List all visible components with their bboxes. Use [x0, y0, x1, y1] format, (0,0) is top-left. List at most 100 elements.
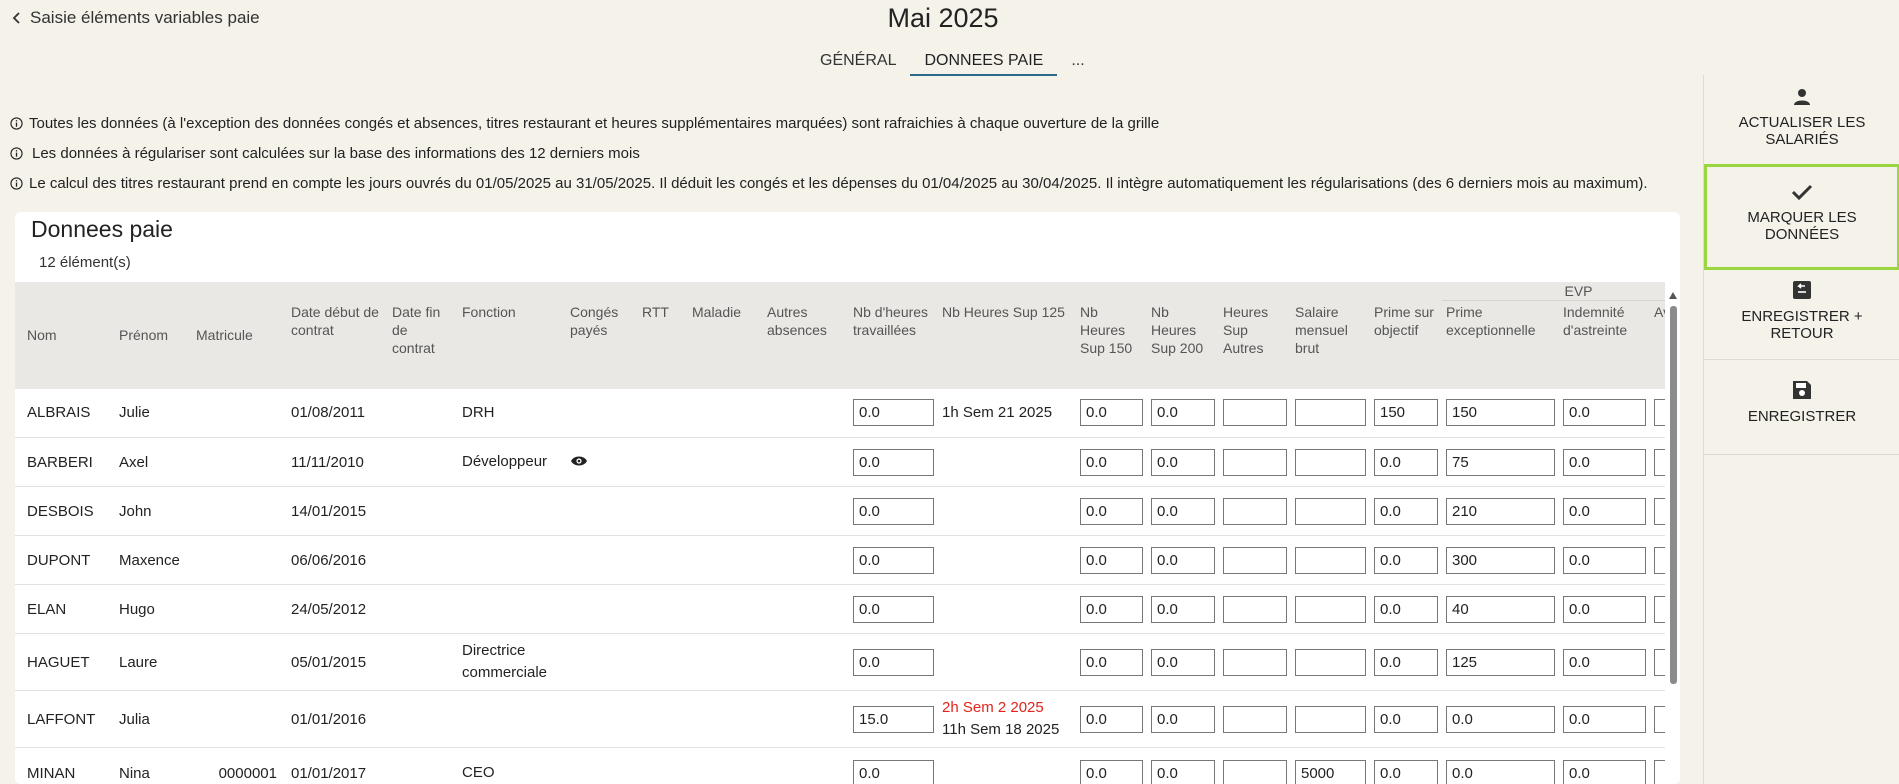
col-header-hs125[interactable]: Nb Heures Sup 125: [938, 300, 1076, 389]
col-header-salaire[interactable]: Salaire mensuel brut: [1291, 300, 1370, 389]
hs150-input[interactable]: [1080, 497, 1143, 525]
col-header-prenom[interactable]: Prénom: [107, 282, 192, 389]
hs-autres-input[interactable]: [1223, 648, 1287, 676]
nb-heures-input[interactable]: [853, 705, 934, 733]
mark-data-button[interactable]: MARQUER LES DONNÉES: [1704, 164, 1899, 270]
prime-exceptionnelle-input[interactable]: [1446, 448, 1555, 476]
astreinte-input[interactable]: [1563, 546, 1646, 574]
salaire-input[interactable]: [1295, 497, 1366, 525]
prime-exceptionnelle-input[interactable]: [1446, 546, 1555, 574]
hs200-input[interactable]: [1151, 399, 1215, 427]
scroll-thumb[interactable]: [1670, 306, 1677, 684]
save-button[interactable]: ENREGISTRER: [1704, 360, 1899, 455]
prime-objectif-input[interactable]: [1374, 705, 1438, 733]
nb-heures-input[interactable]: [853, 399, 934, 427]
table-viewport[interactable]: Nom Prénom Matricule EVP Date début de c…: [15, 282, 1665, 784]
col-header-prime-exceptionnelle[interactable]: Prime exceptionnelle: [1442, 300, 1559, 389]
hs200-input[interactable]: [1151, 497, 1215, 525]
col-header-astreinte[interactable]: Indemnité d'astreinte: [1559, 300, 1650, 389]
prime-objectif-input[interactable]: [1374, 595, 1438, 623]
salaire-input[interactable]: [1295, 648, 1366, 676]
hs200-input[interactable]: [1151, 759, 1215, 784]
salaire-input[interactable]: [1295, 595, 1366, 623]
save-return-button[interactable]: ENREGISTRER + RETOUR: [1704, 270, 1899, 360]
salaire-input[interactable]: [1295, 759, 1366, 784]
eye-icon[interactable]: [570, 454, 588, 471]
hs150-input[interactable]: [1080, 399, 1143, 427]
nb-heures-input[interactable]: [853, 497, 934, 525]
salaire-input[interactable]: [1295, 705, 1366, 733]
tab-more[interactable]: ...: [1057, 50, 1098, 76]
scroll-up-icon[interactable]: [1669, 292, 1677, 299]
astreinte-input[interactable]: [1563, 399, 1646, 427]
hs150-input[interactable]: [1080, 759, 1143, 784]
hs-autres-input[interactable]: [1223, 399, 1287, 427]
prime-objectif-input[interactable]: [1374, 497, 1438, 525]
vertical-scrollbar[interactable]: [1668, 292, 1678, 687]
prime-exceptionnelle-input[interactable]: [1446, 595, 1555, 623]
hs200-input[interactable]: [1151, 705, 1215, 733]
hs150-input[interactable]: [1080, 546, 1143, 574]
avantage-input[interactable]: [1654, 595, 1665, 623]
hs-autres-input[interactable]: [1223, 595, 1287, 623]
hs200-input[interactable]: [1151, 648, 1215, 676]
salaire-input[interactable]: [1295, 448, 1366, 476]
avantage-input[interactable]: [1654, 497, 1665, 525]
nb-heures-input[interactable]: [853, 759, 934, 784]
prime-exceptionnelle-input[interactable]: [1446, 399, 1555, 427]
hs150-input[interactable]: [1080, 648, 1143, 676]
prime-objectif-input[interactable]: [1374, 448, 1438, 476]
hs150-input[interactable]: [1080, 448, 1143, 476]
hs-autres-input[interactable]: [1223, 448, 1287, 476]
astreinte-input[interactable]: [1563, 759, 1646, 784]
hs-autres-input[interactable]: [1223, 705, 1287, 733]
hs200-input[interactable]: [1151, 546, 1215, 574]
astreinte-input[interactable]: [1563, 497, 1646, 525]
col-header-matricule[interactable]: Matricule: [192, 282, 287, 389]
prime-objectif-input[interactable]: [1374, 399, 1438, 427]
hs-autres-input[interactable]: [1223, 546, 1287, 574]
col-header-date-debut[interactable]: Date début de contrat: [287, 300, 388, 389]
astreinte-input[interactable]: [1563, 448, 1646, 476]
col-header-date-fin[interactable]: Date fin de contrat: [388, 300, 458, 389]
nb-heures-input[interactable]: [853, 648, 934, 676]
hs150-input[interactable]: [1080, 705, 1143, 733]
prime-exceptionnelle-input[interactable]: [1446, 648, 1555, 676]
avantage-input[interactable]: [1654, 705, 1665, 733]
prime-objectif-input[interactable]: [1374, 546, 1438, 574]
prime-exceptionnelle-input[interactable]: [1446, 497, 1555, 525]
col-header-maladie[interactable]: Maladie: [688, 300, 763, 389]
prime-exceptionnelle-input[interactable]: [1446, 705, 1555, 733]
nb-heures-input[interactable]: [853, 595, 934, 623]
tab-donnees-paie[interactable]: DONNEES PAIE: [910, 50, 1058, 76]
hs150-input[interactable]: [1080, 595, 1143, 623]
astreinte-input[interactable]: [1563, 648, 1646, 676]
avantage-input[interactable]: [1654, 448, 1665, 476]
col-header-nb-heures[interactable]: Nb d'heures travaillées: [849, 300, 938, 389]
prime-objectif-input[interactable]: [1374, 648, 1438, 676]
col-header-autres-absences[interactable]: Autres absences: [763, 300, 849, 389]
tab-general[interactable]: GÉNÉRAL: [806, 50, 910, 76]
col-header-nom[interactable]: Nom: [15, 282, 107, 389]
col-header-hs200[interactable]: Nb Heures Sup 200: [1147, 300, 1219, 389]
hs200-input[interactable]: [1151, 448, 1215, 476]
avantage-input[interactable]: [1654, 399, 1665, 427]
col-header-hs-autres[interactable]: Heures Sup Autres: [1219, 300, 1291, 389]
col-header-prime-objectif[interactable]: Prime sur objectif: [1370, 300, 1442, 389]
col-header-hs150[interactable]: Nb Heures Sup 150: [1076, 300, 1147, 389]
avantage-input[interactable]: [1654, 546, 1665, 574]
hs200-input[interactable]: [1151, 595, 1215, 623]
prime-exceptionnelle-input[interactable]: [1446, 759, 1555, 784]
salaire-input[interactable]: [1295, 399, 1366, 427]
col-header-fonction[interactable]: Fonction: [458, 300, 566, 389]
avantage-input[interactable]: [1654, 648, 1665, 676]
hs-autres-input[interactable]: [1223, 497, 1287, 525]
col-header-conges[interactable]: Congés payés: [566, 300, 638, 389]
prime-objectif-input[interactable]: [1374, 759, 1438, 784]
salaire-input[interactable]: [1295, 546, 1366, 574]
refresh-employees-button[interactable]: ACTUALISER LES SALARIÉS: [1704, 75, 1899, 166]
astreinte-input[interactable]: [1563, 595, 1646, 623]
nb-heures-input[interactable]: [853, 546, 934, 574]
hs-autres-input[interactable]: [1223, 759, 1287, 784]
avantage-input[interactable]: [1654, 759, 1665, 784]
